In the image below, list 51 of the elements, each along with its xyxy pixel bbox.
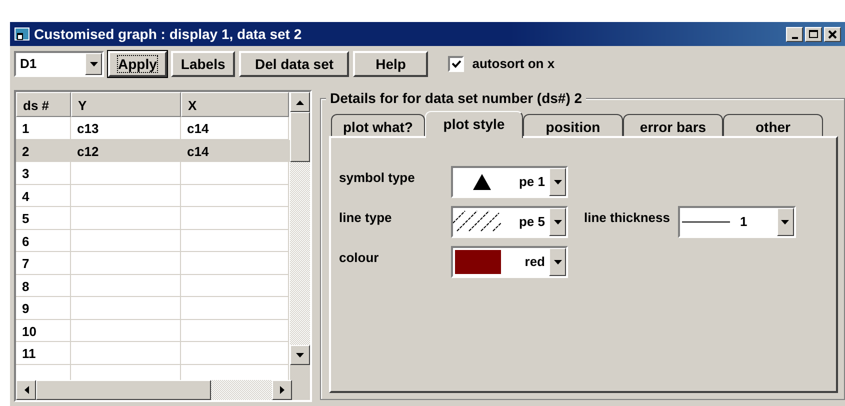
minimize-button[interactable]	[786, 26, 803, 42]
close-button[interactable]	[824, 26, 841, 42]
column-header[interactable]: X	[181, 92, 289, 117]
field-label: line thickness	[584, 209, 670, 227]
table-cell: 11	[16, 342, 71, 364]
scroll-right-button[interactable]	[272, 380, 292, 400]
symbol-dropdown[interactable]: pe 1	[451, 166, 568, 198]
maximize-icon	[809, 30, 818, 38]
toolbar-button[interactable]: Help	[353, 51, 428, 77]
tab[interactable]: position	[523, 114, 623, 136]
field-label: colour	[339, 249, 380, 267]
checkmark-icon	[452, 60, 461, 68]
tab[interactable]: plot style	[425, 111, 523, 138]
column-header[interactable]: Y	[71, 92, 181, 117]
scroll-thumb[interactable]	[36, 380, 211, 400]
display-dropdown[interactable]: D1	[14, 51, 104, 77]
window-title: Customised graph : display 1, data set 2	[34, 24, 302, 44]
field-label: symbol type	[339, 169, 416, 187]
autosort-checkbox[interactable]	[448, 56, 464, 72]
maximize-button[interactable]	[805, 26, 822, 42]
scroll-left-button[interactable]	[16, 380, 36, 400]
caret-down-icon	[554, 220, 562, 224]
toolbar-button[interactable]: Apply	[108, 51, 167, 77]
triangle-icon	[473, 174, 491, 190]
autosort-label: autosort on x	[472, 55, 555, 74]
minimize-icon	[792, 36, 798, 38]
caret-left-icon	[24, 386, 28, 394]
scroll-thumb[interactable]	[290, 112, 310, 162]
scroll-up-button[interactable]	[290, 92, 310, 112]
colour-dropdown[interactable]: red	[451, 246, 568, 278]
window-icon	[14, 26, 30, 42]
scroll-down-button[interactable]	[290, 345, 310, 365]
toolbar-button[interactable]: Del data set	[239, 51, 350, 77]
line-type-dropdown[interactable]: pe 5	[451, 206, 568, 238]
caret-down-icon	[90, 62, 98, 66]
horizontal-scrollbar[interactable]	[16, 380, 292, 400]
tab[interactable]: error bars	[623, 114, 723, 136]
column-header[interactable]: ds #	[16, 92, 71, 117]
vertical-scrollbar[interactable]	[290, 92, 310, 380]
caret-up-icon	[296, 100, 304, 104]
close-icon	[828, 30, 837, 38]
caret-right-icon	[280, 386, 284, 394]
caret-down-icon	[296, 352, 304, 358]
toolbar-button[interactable]: Labels	[170, 51, 236, 77]
field-label: line type	[339, 209, 393, 227]
caret-down-icon	[781, 220, 790, 224]
tab[interactable]: other	[723, 114, 823, 136]
caret-down-icon	[554, 180, 562, 184]
caret-down-icon	[554, 260, 562, 264]
tab[interactable]: plot what?	[331, 114, 425, 136]
line-thickness-dropdown[interactable]: 1	[678, 206, 796, 238]
